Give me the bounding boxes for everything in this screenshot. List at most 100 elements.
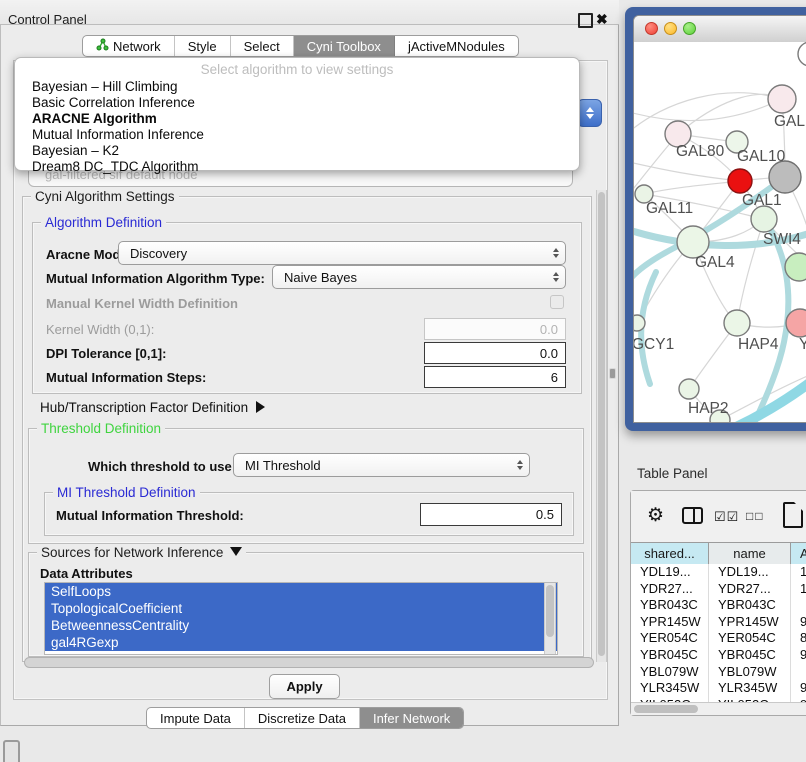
network-graph: GAL GAL80 GAL10 GAL11 GAL1 SWI4 GAL4 GCY…: [634, 42, 806, 423]
table-body[interactable]: YDL19... YDL19... 13 YDR27... YDR27... 1…: [631, 564, 806, 702]
node-label: GCY1: [634, 336, 674, 353]
settings-vertical-scrollbar[interactable]: [596, 190, 607, 662]
combo-arrows-icon: [547, 272, 565, 282]
kernel-width-input[interactable]: 0.0: [424, 318, 566, 340]
table-horizontal-scrollbar[interactable]: [631, 702, 806, 715]
gear-icon[interactable]: ⚙: [647, 504, 664, 527]
dropdown-item[interactable]: Bayesian – K2: [32, 143, 119, 158]
minimize-traffic-icon[interactable]: [664, 22, 677, 35]
tab-discretize-data[interactable]: Discretize Data: [245, 708, 360, 728]
which-threshold-label: Which threshold to use:: [88, 459, 236, 474]
mi-threshold-input[interactable]: 0.5: [420, 503, 562, 526]
control-panel-tabbar: Network Style Select Cyni Toolbox jActiv…: [82, 35, 519, 57]
cyni-settings-group-title: Cyni Algorithm Settings: [31, 189, 179, 204]
expand-icon[interactable]: [256, 401, 265, 413]
table-row[interactable]: YDL19... YDL19... 13: [631, 564, 806, 581]
tab-style[interactable]: Style: [175, 36, 231, 56]
node-label: GAL11: [646, 200, 693, 217]
manual-kernel-label: Manual Kernel Width Definition: [46, 296, 238, 311]
control-panel-title: Control Panel: [8, 12, 87, 27]
table-toolbar: ⚙ ☑☑ □□: [631, 491, 806, 543]
mi-steps-label: Mutual Information Steps:: [46, 370, 206, 385]
mi-type-label: Mutual Information Algorithm Type:: [46, 271, 265, 286]
mi-steps-input[interactable]: 6: [424, 366, 566, 388]
collapsed-panel-icon[interactable]: [3, 740, 20, 762]
splitter-grip[interactable]: [610, 369, 615, 378]
manual-kernel-checkbox[interactable]: [550, 295, 564, 309]
algorithm-dropdown-placeholder: Select algorithm to view settings: [15, 62, 579, 77]
which-threshold-combo[interactable]: MI Threshold: [233, 453, 530, 477]
close-traffic-icon[interactable]: [645, 22, 658, 35]
table-row[interactable]: YBL079W YBL079W: [631, 664, 806, 681]
node-label: GAL4: [695, 254, 735, 271]
aracne-mode-combo[interactable]: Discovery: [118, 241, 566, 265]
network-inner-window: GAL GAL80 GAL10 GAL11 GAL1 SWI4 GAL4 GCY…: [633, 15, 806, 423]
node-label: SWI4: [763, 231, 801, 248]
dpi-tolerance-input[interactable]: 0.0: [424, 342, 566, 364]
tab-infer-network[interactable]: Infer Network: [360, 708, 463, 728]
scrollbar-thumb[interactable]: [546, 585, 554, 637]
close-icon[interactable]: ✖: [596, 11, 608, 28]
table-row[interactable]: YLR345W YLR345W 9.: [631, 680, 806, 697]
combo-arrows-icon: [511, 460, 529, 470]
scrollbar-thumb[interactable]: [598, 192, 605, 656]
mi-type-combo[interactable]: Naive Bayes: [272, 265, 566, 289]
table-panel: ⚙ ☑☑ □□ shared... name A YDL19... YDL19.…: [630, 490, 806, 716]
collapse-icon[interactable]: [230, 547, 242, 556]
node-label: GAL80: [676, 143, 725, 160]
table-row[interactable]: YER054C YER054C 8.: [631, 630, 806, 647]
dropdown-item[interactable]: Basic Correlation Inference: [32, 95, 195, 110]
kernel-width-label: Kernel Width (0,1):: [46, 322, 154, 337]
dropdown-item[interactable]: Mutual Information Inference: [32, 127, 204, 142]
data-attributes-label: Data Attributes: [40, 566, 133, 581]
algorithm-definition-title: Algorithm Definition: [41, 215, 166, 230]
dropdown-item[interactable]: Bayesian – Hill Climbing: [32, 79, 178, 94]
network-view-window[interactable]: GAL GAL80 GAL10 GAL11 GAL1 SWI4 GAL4 GCY…: [625, 7, 806, 431]
tab-network-label: Network: [113, 39, 161, 54]
threshold-definition-title: Threshold Definition: [37, 421, 165, 436]
export-table-icon[interactable]: [783, 502, 803, 528]
tab-network[interactable]: Network: [83, 36, 175, 56]
network-canvas[interactable]: GAL GAL80 GAL10 GAL11 GAL1 SWI4 GAL4 GCY…: [634, 42, 806, 423]
algorithm-dropdown: Select algorithm to view settings Bayesi…: [14, 57, 580, 171]
table-row[interactable]: YDR27... YDR27... 12: [631, 581, 806, 598]
inference-algorithm-combo-button[interactable]: [577, 99, 602, 127]
sources-group-title: Sources for Network Inference: [37, 545, 246, 560]
deselect-all-checkboxes-icon[interactable]: □□: [746, 509, 765, 523]
tab-impute-data[interactable]: Impute Data: [147, 708, 245, 728]
screen: Control Panel ✖ Network Style Select Cyn…: [0, 0, 806, 762]
select-all-checkboxes-icon[interactable]: ☑☑: [714, 509, 739, 525]
list-item[interactable]: BetweennessCentrality: [45, 617, 557, 634]
columns-icon[interactable]: [682, 507, 703, 524]
spinner-down-icon: [586, 114, 594, 119]
node-label: GAL1: [742, 192, 782, 209]
network-window-titlebar: [634, 16, 806, 43]
network-icon: [96, 38, 109, 54]
table-row[interactable]: YPR145W YPR145W 9.: [631, 614, 806, 631]
list-item[interactable]: SelfLoops: [45, 583, 557, 600]
scrollbar-thumb[interactable]: [634, 705, 698, 713]
node-label: HAP2: [688, 400, 729, 417]
table-row[interactable]: YBR045C YBR045C 9.: [631, 647, 806, 664]
float-window-icon[interactable]: [578, 13, 593, 28]
settings-horizontal-scrollbar[interactable]: [24, 657, 594, 668]
tab-select[interactable]: Select: [231, 36, 294, 56]
zoom-traffic-icon[interactable]: [683, 22, 696, 35]
table-header-row: shared... name A: [631, 542, 806, 565]
node-label: Y: [799, 336, 806, 353]
node-label: HAP4: [738, 336, 779, 353]
data-attributes-list[interactable]: SelfLoops TopologicalCoefficient Between…: [44, 582, 558, 655]
list-item[interactable]: gal4RGexp: [45, 634, 557, 651]
list-vertical-scrollbar[interactable]: [544, 583, 556, 654]
column-header-name[interactable]: name: [709, 543, 791, 564]
tab-cyni-toolbox[interactable]: Cyni Toolbox: [294, 36, 395, 56]
column-header-clipped[interactable]: A: [791, 543, 806, 564]
dropdown-item[interactable]: Dream8 DC_TDC Algorithm: [32, 159, 199, 174]
dropdown-item[interactable]: ARACNE Algorithm: [32, 111, 157, 126]
column-header-shared[interactable]: shared...: [631, 543, 709, 564]
apply-button[interactable]: Apply: [269, 674, 340, 699]
hub-definition-expander[interactable]: Hub/Transcription Factor Definition: [40, 400, 265, 415]
tab-jactivemnodules[interactable]: jActiveMNodules: [395, 36, 518, 56]
list-item[interactable]: TopologicalCoefficient: [45, 600, 557, 617]
table-row[interactable]: YBR043C YBR043C: [631, 597, 806, 614]
